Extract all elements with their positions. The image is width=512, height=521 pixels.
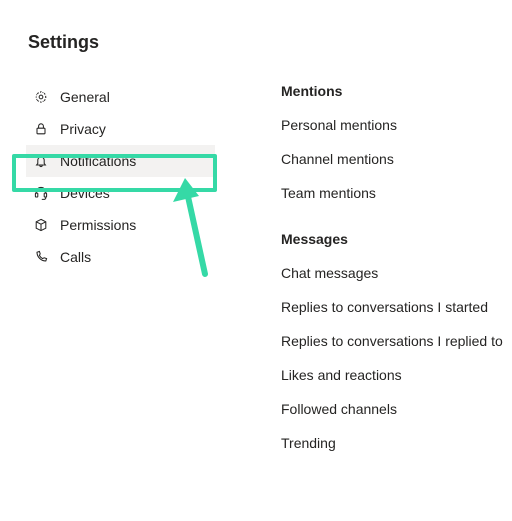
sidebar-item-permissions[interactable]: Permissions [26,209,215,241]
section-header-messages: Messages [281,231,503,247]
sidebar-item-label: Permissions [60,217,136,233]
sidebar-item-label: Privacy [60,121,106,137]
row-replies-started[interactable]: Replies to conversations I started [281,299,503,315]
sidebar-item-label: Calls [60,249,91,265]
row-likes-reactions[interactable]: Likes and reactions [281,367,503,383]
row-replies-replied[interactable]: Replies to conversations I replied to [281,333,503,349]
bell-icon [32,152,50,170]
headset-icon [32,184,50,202]
sidebar-item-label: General [60,89,110,105]
sidebar-item-notifications[interactable]: Notifications [26,145,215,177]
sidebar-item-calls[interactable]: Calls [26,241,215,273]
sidebar-item-general[interactable]: General [26,81,215,113]
row-followed-channels[interactable]: Followed channels [281,401,503,417]
row-channel-mentions[interactable]: Channel mentions [281,151,503,167]
row-trending[interactable]: Trending [281,435,503,451]
gear-icon [32,88,50,106]
row-team-mentions[interactable]: Team mentions [281,185,503,201]
settings-content: Mentions Personal mentions Channel menti… [215,81,503,469]
sidebar-item-label: Devices [60,185,110,201]
row-personal-mentions[interactable]: Personal mentions [281,117,503,133]
sidebar-item-devices[interactable]: Devices [26,177,215,209]
settings-sidebar: General Privacy Notifications Devices Pe [0,81,215,469]
section-header-mentions: Mentions [281,83,503,99]
row-chat-messages[interactable]: Chat messages [281,265,503,281]
sidebar-item-privacy[interactable]: Privacy [26,113,215,145]
package-icon [32,216,50,234]
sidebar-item-label: Notifications [60,153,136,169]
lock-icon [32,120,50,138]
page-title: Settings [0,0,512,53]
phone-icon [32,248,50,266]
